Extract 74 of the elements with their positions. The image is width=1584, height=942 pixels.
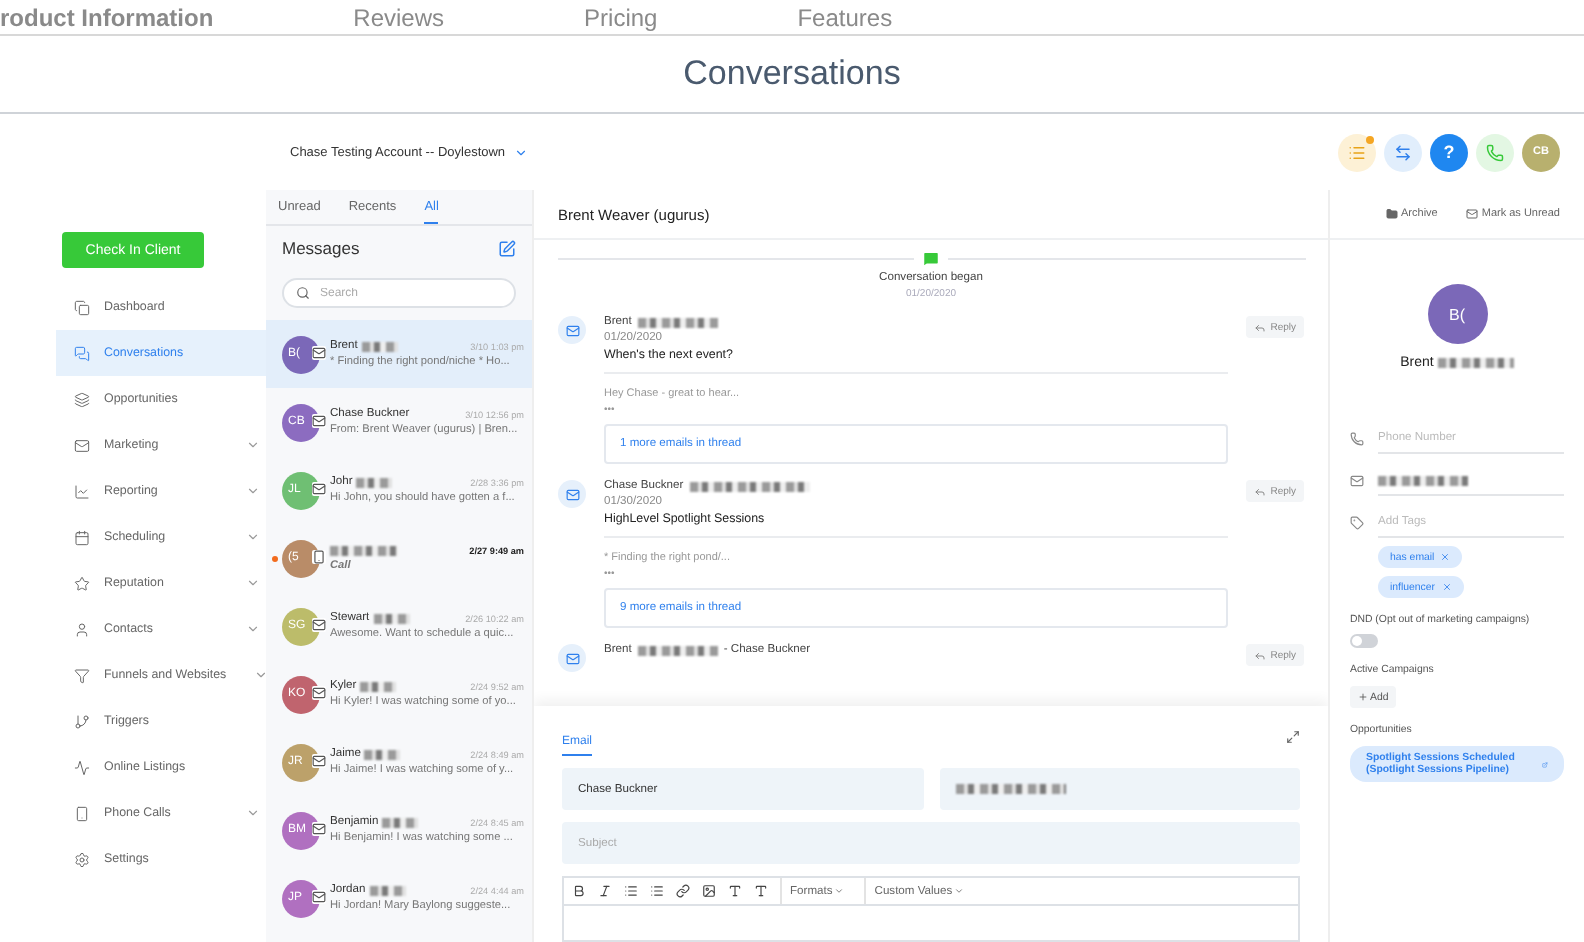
chevron-down-icon <box>254 668 269 682</box>
bullet-list-icon[interactable] <box>624 884 638 898</box>
pulse-icon <box>74 759 90 775</box>
caret-icon <box>954 886 965 896</box>
phone-icon <box>74 805 90 821</box>
arrows-icon <box>1394 143 1412 161</box>
chevron-down-icon <box>513 145 528 159</box>
mail-icon <box>312 345 326 359</box>
external-link-icon <box>1542 759 1548 769</box>
help-button[interactable]: ? <box>1430 133 1468 171</box>
funnel-icon <box>74 667 90 683</box>
chevron-down-icon <box>246 806 260 820</box>
highlight-icon[interactable] <box>754 884 768 898</box>
bold-icon[interactable] <box>572 884 586 898</box>
chevron-down-icon <box>246 530 260 544</box>
star-icon <box>74 575 90 591</box>
chevron-down-icon <box>246 622 260 636</box>
calendar-icon <box>74 529 90 545</box>
mail-icon <box>558 316 586 344</box>
italic-icon[interactable] <box>598 884 612 898</box>
person-icon <box>74 621 90 637</box>
page-title: Conversations <box>683 54 901 94</box>
collapse-icon[interactable] <box>1286 730 1300 744</box>
mail-icon <box>312 685 326 699</box>
branch-icon <box>74 713 90 729</box>
compose-icon[interactable] <box>498 239 516 257</box>
pages-icon <box>74 299 90 315</box>
site-nav-link[interactable]: Pricing <box>584 3 658 31</box>
contact-avatar: B( <box>1427 284 1487 344</box>
link-icon[interactable] <box>676 884 690 898</box>
messages-title: Messages <box>282 238 360 258</box>
image-icon[interactable] <box>702 884 716 898</box>
numbered-list-icon[interactable] <box>650 884 664 898</box>
chat-icon <box>922 250 940 268</box>
to-field[interactable] <box>939 768 1300 810</box>
redacted-text <box>1378 475 1468 485</box>
chat-bubbles-icon <box>74 345 90 361</box>
line-chart-icon <box>74 483 90 499</box>
caret-icon <box>834 886 845 896</box>
search-icon <box>296 286 310 300</box>
redacted-text <box>955 784 1065 794</box>
mail-icon <box>558 480 586 508</box>
reply-arrow-icon <box>1254 649 1267 661</box>
site-nav-link[interactable]: roduct Information <box>0 3 214 31</box>
phone-icon <box>312 549 326 563</box>
mail-icon <box>1350 474 1364 488</box>
dnd-toggle[interactable] <box>1350 634 1378 648</box>
phone-icon <box>1486 143 1504 161</box>
chevron-down-icon <box>246 438 260 452</box>
plus-icon <box>1358 692 1368 702</box>
layers-icon <box>74 391 90 407</box>
mail-icon <box>558 644 586 672</box>
phone-icon <box>1350 432 1364 446</box>
list-icon <box>1348 143 1366 161</box>
tag-icon <box>1350 516 1364 530</box>
settings-icon <box>74 851 90 867</box>
switch-arrows-button[interactable] <box>1384 133 1422 171</box>
mail-icon <box>312 481 326 495</box>
site-nav-link[interactable]: Reviews <box>353 3 445 31</box>
chevron-down-icon <box>246 484 260 498</box>
mail-icon <box>1465 208 1478 220</box>
text-color-icon[interactable] <box>728 884 742 898</box>
mail-icon <box>74 437 90 453</box>
site-nav-link[interactable]: Features <box>797 3 893 31</box>
chevron-down-icon <box>246 576 260 590</box>
reply-arrow-icon <box>1254 485 1267 497</box>
mail-icon <box>312 617 326 631</box>
folder-icon <box>1385 208 1398 220</box>
mail-icon <box>312 821 326 835</box>
mail-icon <box>312 889 326 903</box>
reply-arrow-icon <box>1254 321 1267 333</box>
mail-icon <box>312 753 326 767</box>
mail-icon <box>312 413 326 427</box>
redacted-text <box>1437 358 1514 368</box>
